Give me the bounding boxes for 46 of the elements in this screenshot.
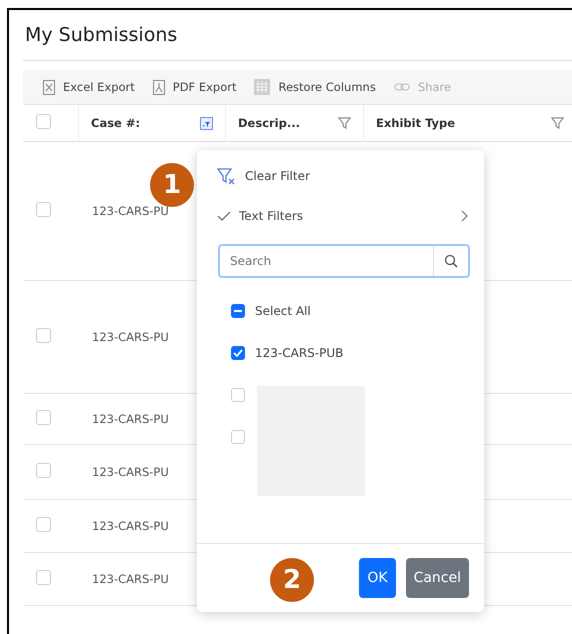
filter-icon[interactable] [551,116,564,130]
ok-button[interactable]: OK [359,558,396,598]
row-checkbox[interactable] [36,202,51,216]
toolbar-button[interactable]: Restore Columns [254,79,376,95]
search-icon[interactable] [444,254,458,268]
menu-item[interactable]: Clear Filter [197,156,484,196]
excel-file-icon [43,80,55,94]
search-input[interactable]: Search [220,246,433,276]
pdf-file-icon [152,80,165,94]
select-all-checkbox[interactable] [36,114,51,128]
check-icon [217,211,231,221]
row-checkbox[interactable] [36,516,51,532]
table-cell: 123-CARS-PU [92,465,169,479]
row-checkbox[interactable] [36,462,51,478]
columns-icon [254,79,270,95]
option-checkbox[interactable] [231,304,245,318]
active-filter-icon[interactable] [200,116,213,130]
page-title: My Submissions [25,24,178,46]
cancel-button[interactable]: Cancel [406,558,469,598]
table-cell: 123-CARS-PU [92,330,169,344]
toolbar-button[interactable]: Excel Export [43,80,135,94]
table-cell: 123-CARS-PU [92,519,169,533]
link-icon [394,82,410,92]
row-checkbox[interactable] [36,410,51,424]
option-label: Select All [255,304,311,318]
column-header: Exhibit Type [376,116,456,130]
table-cell: 123-CARS-PU [92,204,169,218]
minus-icon [234,310,242,312]
column-header: Case #: [91,116,140,130]
option-checkbox[interactable] [231,346,245,360]
option-checkbox[interactable] [231,430,245,444]
option-checkbox[interactable] [231,388,245,402]
filter-icon[interactable] [338,116,351,130]
table-cell: 123-CARS-PU [92,412,169,426]
menu-item[interactable]: Text Filters [197,196,484,236]
row-checkbox[interactable] [36,570,51,584]
option-label: 123-CARS-PUB [255,346,344,360]
search-field[interactable]: Search [218,244,470,278]
row-checkbox[interactable] [36,328,51,342]
toolbar-button[interactable]: PDF Export [152,80,236,94]
chevron-right-icon [461,210,468,222]
column-header: Descrip... [238,116,300,130]
checkmark-icon [233,349,243,357]
table-cell: 123-CARS-PU [92,572,169,586]
step-badge: 1 [150,163,194,207]
clear-filter-icon [217,168,237,184]
